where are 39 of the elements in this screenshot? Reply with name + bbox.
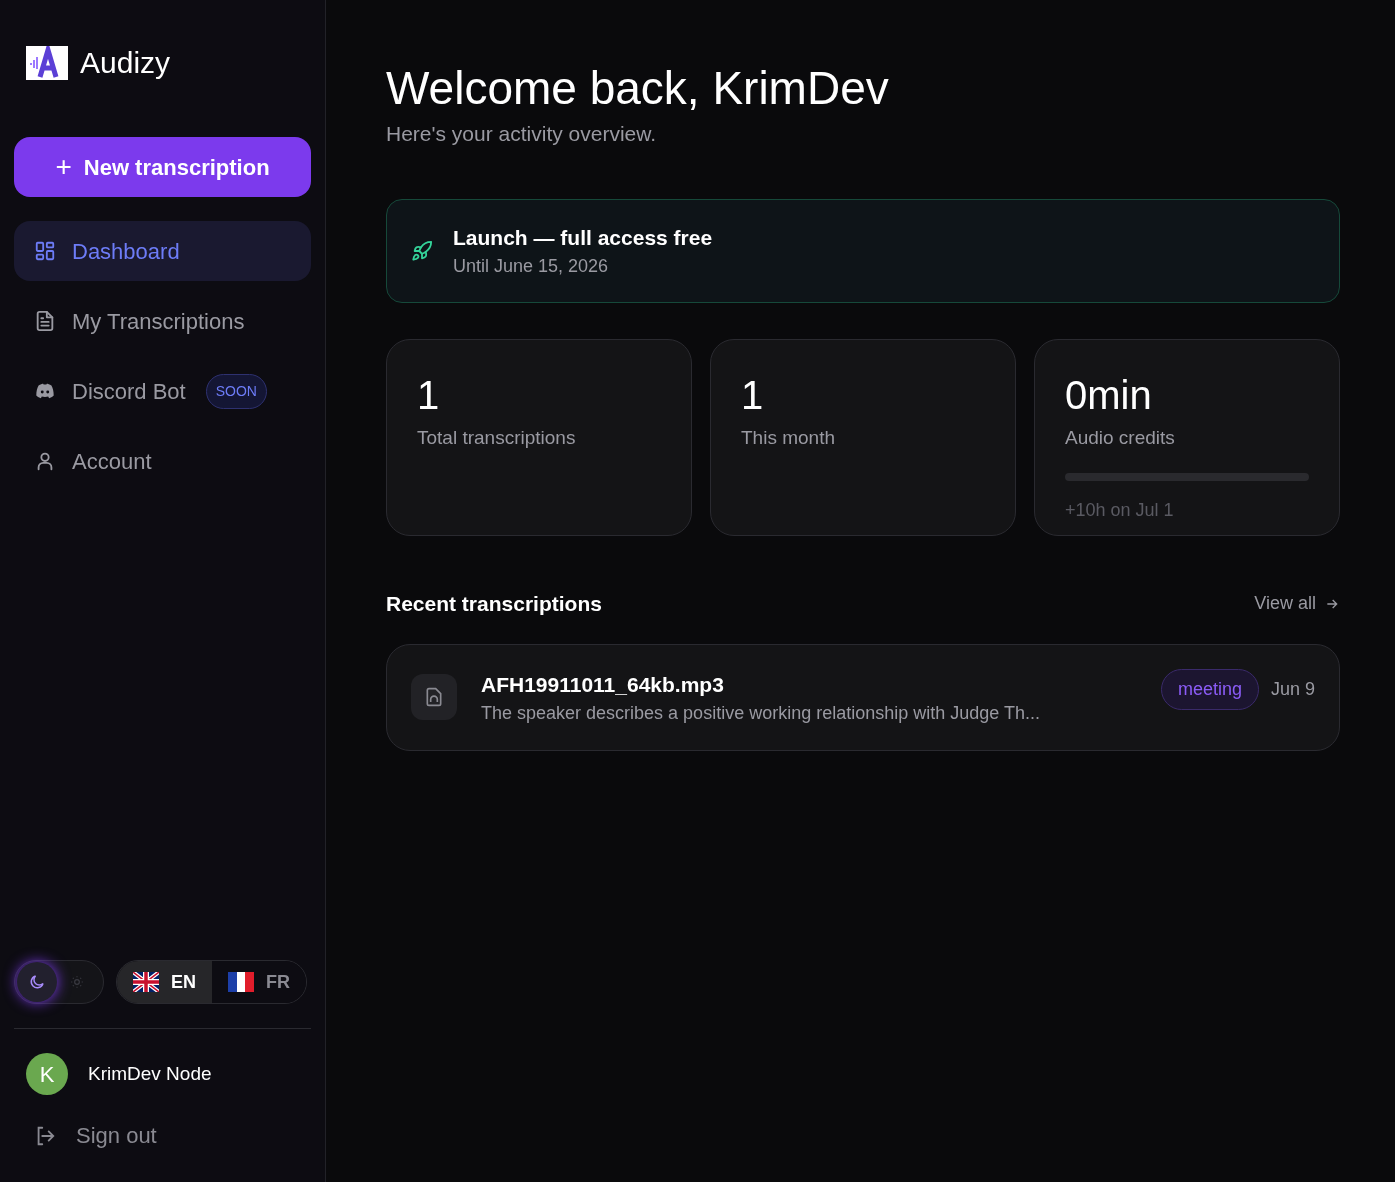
flag-icon bbox=[228, 972, 254, 992]
credits-note: +10h on Jul 1 bbox=[1065, 498, 1175, 522]
flag-icon bbox=[133, 972, 159, 992]
nav-item[interactable]: Account bbox=[14, 431, 311, 491]
user-avatar: K bbox=[26, 1053, 68, 1095]
view-all-link[interactable]: View all bbox=[1254, 590, 1340, 618]
brand-name: Audizy bbox=[80, 45, 171, 81]
new-transcription-button[interactable]: + New transcription bbox=[14, 137, 311, 197]
sign-out-button[interactable]: Sign out bbox=[14, 1119, 311, 1152]
transcription-summary: The speaker describes a positive working relationship with Judge Th... bbox=[481, 702, 1041, 725]
nav-item[interactable]: Dashboard bbox=[14, 221, 311, 281]
stat-label: This month bbox=[741, 426, 836, 450]
page-title: Welcome back, KrimDev bbox=[386, 61, 890, 116]
theme-toggle[interactable] bbox=[14, 960, 104, 1004]
section-title: Recent transcriptions bbox=[386, 591, 602, 617]
soon-badge: SOON bbox=[205, 373, 267, 409]
page-subtitle: Here's your activity overview. bbox=[386, 120, 658, 147]
user-name: KrimDev Node bbox=[88, 1061, 212, 1086]
language-option[interactable]: EN bbox=[117, 961, 212, 1003]
document-icon bbox=[34, 310, 56, 332]
stat-label: Audio credits bbox=[1065, 426, 1176, 450]
transcription-row[interactable]: AFH19911011_64kb.mp3 The speaker describes a positive working relationship with Judge Th... meeting Jun 9 bbox=[386, 643, 1340, 751]
transcription-date: Jun 9 bbox=[1270, 677, 1315, 701]
stat-label: Total transcriptions bbox=[417, 426, 577, 450]
audio-file-icon bbox=[411, 674, 457, 720]
banner-title: Launch — full access free bbox=[453, 224, 713, 251]
tag: meeting bbox=[1160, 668, 1259, 710]
rocket-icon bbox=[411, 240, 433, 262]
banner-subtitle: Until June 15, 2026 bbox=[453, 255, 610, 279]
nav-item[interactable]: My Transcriptions bbox=[14, 291, 311, 351]
moon-icon[interactable] bbox=[28, 973, 46, 991]
nav-item[interactable]: Discord Bot SOON bbox=[14, 361, 311, 421]
stat-value: 1 bbox=[741, 372, 765, 419]
file-name: AFH19911011_64kb.mp3 bbox=[481, 671, 725, 698]
stat-value: 0min bbox=[1065, 372, 1153, 419]
sun-icon[interactable] bbox=[70, 975, 84, 989]
grid-icon bbox=[34, 240, 56, 262]
logo-icon bbox=[26, 45, 68, 80]
stat-value: 1 bbox=[417, 372, 441, 419]
